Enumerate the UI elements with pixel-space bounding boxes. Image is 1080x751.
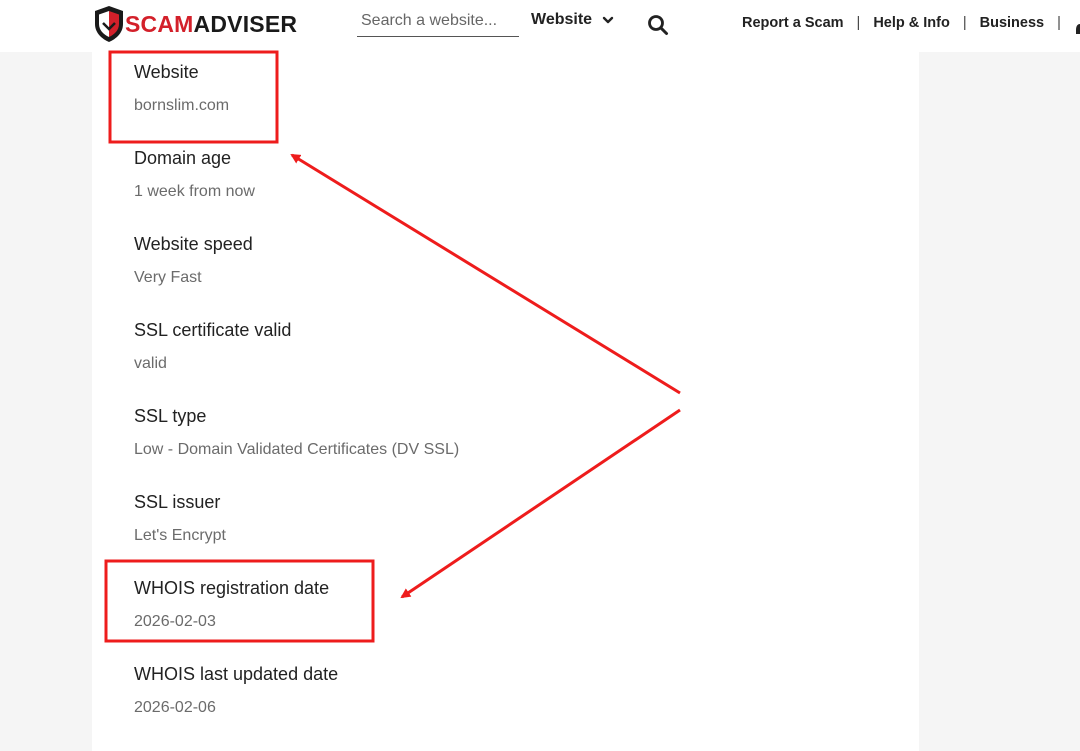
shield-icon — [95, 6, 123, 42]
detail-value: valid — [134, 355, 167, 372]
nav-help-info[interactable]: Help & Info — [873, 15, 950, 31]
logo-text-adviser: ADVISER — [193, 11, 298, 37]
search-icon[interactable] — [646, 13, 670, 37]
nav-divider: | — [856, 15, 861, 31]
search-field — [357, 8, 521, 37]
nav-business[interactable]: Business — [980, 15, 1044, 31]
nav-divider: | — [962, 15, 967, 31]
detail-value: bornslim.com — [134, 97, 230, 114]
detail-label: SSL issuer — [134, 492, 221, 512]
detail-website: Website bornslim.com — [134, 61, 229, 116]
logo-wordmark: SCAMADVISER — [125, 4, 297, 44]
detail-label: WHOIS registration date — [134, 578, 330, 598]
user-icon[interactable] — [1073, 18, 1080, 34]
detail-value: 1 week from now — [134, 183, 255, 200]
detail-whois-registration: WHOIS registration date 2026-02-03 — [134, 577, 329, 632]
detail-value: 2026-02-06 — [134, 699, 216, 716]
detail-label: SSL certificate valid — [134, 320, 292, 340]
chevron-down-icon — [602, 16, 614, 24]
detail-value: Very Fast — [134, 269, 202, 286]
detail-value: 2026-02-03 — [134, 613, 216, 630]
detail-value: Low - Domain Validated Certificates (DV … — [134, 441, 460, 458]
detail-value: Let's Encrypt — [134, 527, 226, 544]
nav-divider: | — [1057, 15, 1061, 31]
detail-label: WHOIS last updated date — [134, 664, 339, 684]
detail-label: Website — [134, 62, 199, 82]
detail-ssl-valid: SSL certificate valid valid — [134, 319, 291, 374]
detail-label: Website speed — [134, 234, 253, 254]
scamadviser-logo[interactable]: SCAMADVISER — [94, 4, 297, 44]
logo-text-scam: SCAM — [125, 11, 194, 37]
detail-label: Domain age — [134, 148, 232, 168]
search-type-dropdown[interactable]: Website — [531, 11, 614, 29]
detail-whois-updated: WHOIS last updated date 2026-02-06 — [134, 663, 338, 718]
detail-label: SSL type — [134, 406, 207, 426]
nav-report-scam[interactable]: Report a Scam — [742, 15, 844, 31]
top-nav: Report a Scam | Help & Info | Business | — [742, 15, 1074, 31]
detail-ssl-issuer: SSL issuer Let's Encrypt — [134, 491, 226, 546]
detail-ssl-type: SSL type Low - Domain Validated Certific… — [134, 405, 459, 460]
search-input[interactable] — [357, 8, 521, 34]
detail-domain-age: Domain age 1 week from now — [134, 147, 255, 202]
search-type-label: Website — [531, 11, 593, 28]
detail-website-speed: Website speed Very Fast — [134, 233, 253, 288]
site-header: SCAMADVISER Website Report a Scam | Help… — [0, 0, 1080, 52]
